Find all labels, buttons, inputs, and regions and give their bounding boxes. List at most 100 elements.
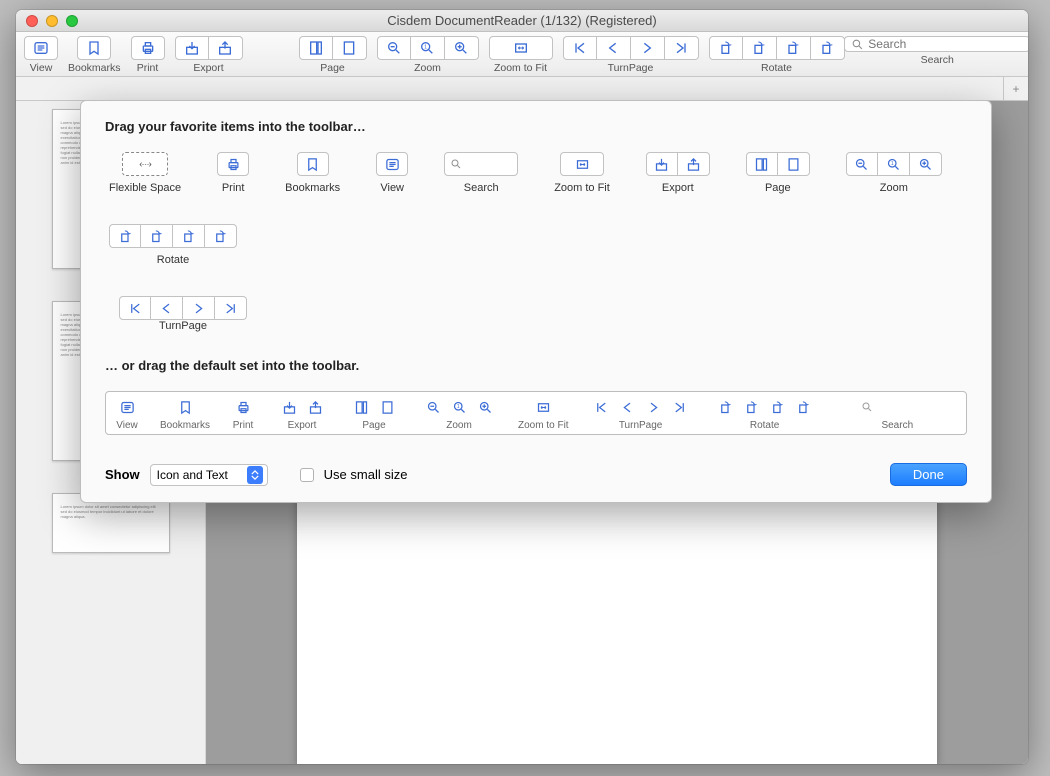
rotate-icon [181,229,196,244]
search-icon [851,38,864,51]
customize-toolbar-sheet: Drag your favorite items into the toolba… [80,100,992,503]
print-icon [236,400,251,415]
palette-bookmarks[interactable]: Bookmarks [285,152,340,194]
view-icon [33,40,49,56]
zoom-reset-icon [419,40,435,56]
page-double-icon [341,40,357,56]
export-icon [184,40,200,56]
last-icon [673,40,689,56]
print-icon [226,157,241,172]
rotate-icon [744,400,759,415]
window-title: Cisdem DocumentReader (1/132) (Registere… [16,13,1028,28]
page-double-icon [786,157,801,172]
use-small-size-checkbox[interactable] [300,468,314,482]
zoom-label: Zoom [414,62,441,74]
bookmarks-label: Bookmarks [68,62,121,74]
view-button[interactable] [24,36,58,60]
rotate-label: Rotate [761,62,792,74]
search-icon [450,158,462,170]
palette-page[interactable]: Page [746,152,810,194]
show-label: Show [105,467,140,482]
export-button-1[interactable] [175,36,209,60]
rotate-button-1[interactable] [709,36,743,60]
titlebar: Cisdem DocumentReader (1/132) (Registere… [16,10,1028,32]
bookmarks-button[interactable] [77,36,111,60]
palette-print[interactable]: Print [217,152,249,194]
fit-icon [536,400,551,415]
prev-icon [159,301,174,316]
tabbar: + [16,77,1028,101]
palette-rotate[interactable]: Rotate [109,224,237,266]
document-tab[interactable] [16,77,1004,100]
bookmark-icon [86,40,102,56]
select-stepper-icon [247,466,263,484]
page-label: Page [320,62,345,74]
last-page-button[interactable] [665,36,699,60]
zoom-out-icon [854,157,869,172]
palette-export[interactable]: Export [646,152,710,194]
bookmark-icon [305,157,320,172]
fit-icon [575,157,590,172]
first-icon [572,40,588,56]
next-icon [646,400,661,415]
rotate-icon [718,400,733,415]
zoom-out-icon [386,40,402,56]
sheet-heading-2: … or drag the default set into the toolb… [105,358,967,373]
page-single-icon [308,40,324,56]
done-button[interactable]: Done [890,463,967,486]
search-icon [861,401,873,413]
sheet-heading: Drag your favorite items into the toolba… [105,119,967,134]
export-icon [686,157,701,172]
zoom-to-fit-label: Zoom to Fit [494,62,547,74]
palette-zoom[interactable]: Zoom [846,152,942,194]
page-single-icon [354,400,369,415]
zoom-reset-icon [452,400,467,415]
rotate-icon [718,40,734,56]
print-label: Print [137,62,159,74]
main-toolbar: View Bookmarks Print Export Page [16,32,1028,77]
new-tab-button[interactable]: + [1004,77,1028,100]
use-small-size-label: Use small size [324,467,408,482]
rotate-icon [118,229,133,244]
page-double-button[interactable] [333,36,367,60]
rotate-button-4[interactable] [811,36,845,60]
page-single-icon [754,157,769,172]
zoom-reset-button[interactable] [411,36,445,60]
palette-search[interactable]: Search [444,152,518,194]
default-toolbar-set[interactable]: View Bookmarks Print Export Page Zoom Zo… [105,391,967,435]
search-field[interactable] [844,36,1028,52]
zoom-to-fit-button[interactable] [489,36,553,60]
fit-icon [513,40,529,56]
zoom-reset-icon [886,157,901,172]
search-input[interactable] [868,37,1023,51]
zoom-in-icon [478,400,493,415]
view-icon [385,157,400,172]
export-icon [308,400,323,415]
bookmark-icon [178,400,193,415]
palette-zoom-to-fit[interactable]: Zoom to Fit [554,152,610,194]
rotate-button-2[interactable] [743,36,777,60]
zoom-out-button[interactable] [377,36,411,60]
show-mode-select[interactable]: Icon and Text [150,464,268,486]
last-icon [672,400,687,415]
palette-view[interactable]: View [376,152,408,194]
page-single-button[interactable] [299,36,333,60]
search-label: Search [921,54,954,66]
view-label: View [30,62,53,74]
rotate-icon [770,400,785,415]
zoom-in-button[interactable] [445,36,479,60]
export-button-2[interactable] [209,36,243,60]
prev-page-button[interactable] [597,36,631,60]
export-label: Export [193,62,223,74]
rotate-icon [819,40,835,56]
first-icon [594,400,609,415]
print-button[interactable] [131,36,165,60]
next-page-button[interactable] [631,36,665,60]
palette-flexible-space[interactable]: Flexible Space [109,152,181,194]
flex-space-icon [138,157,153,172]
zoom-out-icon [426,400,441,415]
palette-turnpage[interactable]: TurnPage [119,296,967,332]
rotate-icon [796,400,811,415]
rotate-button-3[interactable] [777,36,811,60]
first-page-button[interactable] [563,36,597,60]
